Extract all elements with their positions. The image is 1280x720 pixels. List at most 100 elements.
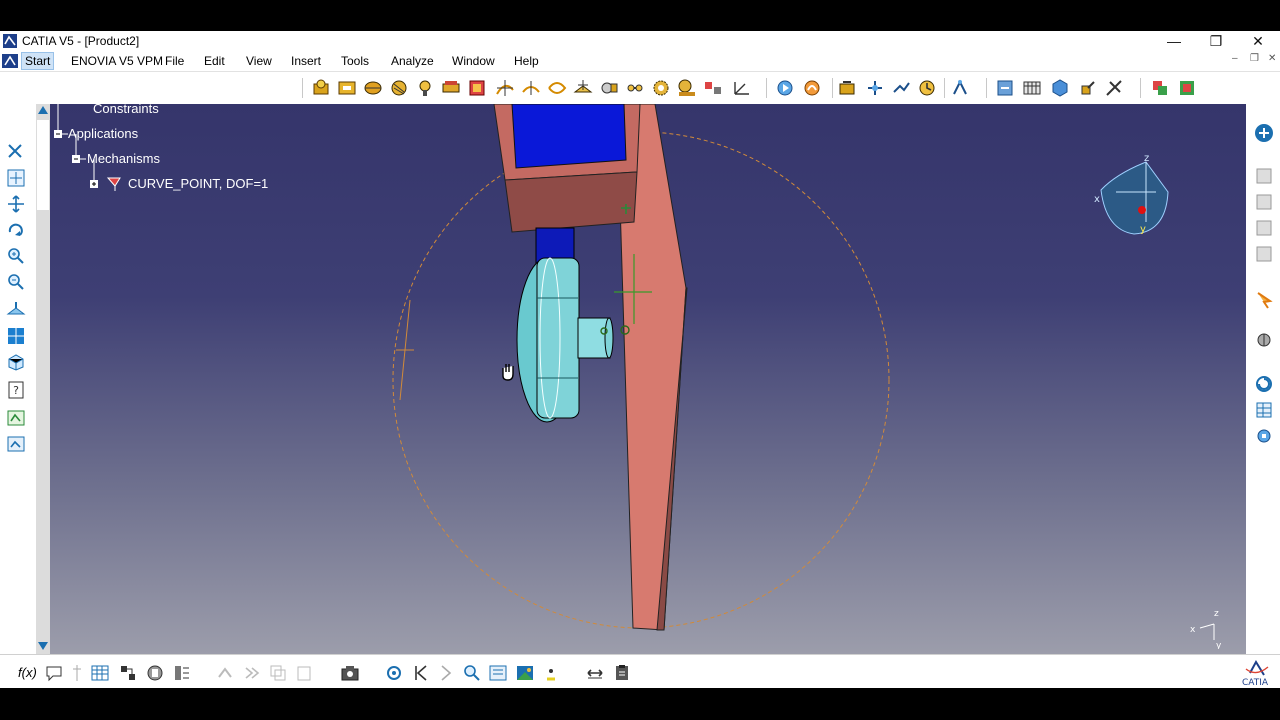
- cylindrical-joint-icon[interactable]: [363, 78, 383, 98]
- menu-enovia[interactable]: ENOVIA V5 VPM: [68, 53, 166, 69]
- revolute-joint-icon[interactable]: [311, 78, 331, 98]
- swap-icon[interactable]: [585, 663, 605, 683]
- roll-curve-joint-icon[interactable]: [547, 78, 567, 98]
- redo-disabled-icon[interactable]: [242, 663, 262, 683]
- tree-node-applications[interactable]: Applications: [68, 126, 138, 141]
- clash-analysis-icon[interactable]: [1150, 78, 1170, 98]
- joint-from-axis-icon[interactable]: [731, 78, 751, 98]
- prismatic-joint-icon[interactable]: [337, 78, 357, 98]
- clipboard-icon[interactable]: [612, 663, 632, 683]
- distance-band-icon[interactable]: [1177, 78, 1197, 98]
- law-icon[interactable]: [70, 663, 84, 683]
- swept-volume-icon[interactable]: [1078, 78, 1098, 98]
- cv-joint-icon[interactable]: [625, 78, 645, 98]
- tree-node-constraints[interactable]: Constraints: [93, 104, 159, 116]
- copy-disabled-icon[interactable]: [268, 663, 288, 683]
- normal-view-icon[interactable]: [6, 300, 26, 320]
- hide-show-icon[interactable]: [6, 408, 26, 428]
- paste-disabled-icon[interactable]: [294, 663, 314, 683]
- fixed-part-icon[interactable]: [837, 78, 857, 98]
- menu-view[interactable]: View: [243, 53, 275, 69]
- tree-node-mechanisms[interactable]: Mechanisms: [87, 151, 160, 166]
- spherical-joint-icon[interactable]: [415, 78, 435, 98]
- slide-curve-joint-icon[interactable]: [521, 78, 541, 98]
- doc-restore-button[interactable]: ❐: [1250, 53, 1259, 64]
- doc-minimize-button[interactable]: –: [1232, 53, 1238, 64]
- pan-icon[interactable]: [6, 194, 26, 214]
- formula-button[interactable]: f(x): [18, 665, 37, 680]
- restore-button[interactable]: ❐: [1196, 31, 1236, 51]
- compile-simulation-icon[interactable]: [995, 78, 1015, 98]
- workbench-icon[interactable]: [1253, 122, 1275, 144]
- manipulation-icon[interactable]: [1254, 290, 1274, 310]
- comment-icon[interactable]: [44, 663, 64, 683]
- scroll-up-arrow[interactable]: [38, 106, 48, 114]
- lighting-icon[interactable]: [541, 663, 561, 683]
- point-curve-joint-icon[interactable]: [495, 78, 515, 98]
- assembly-constraint-conversion-icon[interactable]: [865, 78, 885, 98]
- menu-edit[interactable]: Edit: [201, 53, 228, 69]
- rigid-joint-icon[interactable]: [467, 78, 487, 98]
- tree-node-mechanism[interactable]: CURVE_POINT, DOF=1: [128, 176, 268, 191]
- sequence-icon[interactable]: [1050, 78, 1070, 98]
- mechanism-analysis-icon[interactable]: [917, 78, 937, 98]
- trace-icon[interactable]: [1104, 78, 1124, 98]
- cable-joint-icon[interactable]: [703, 78, 723, 98]
- point-surface-joint-icon[interactable]: [573, 78, 593, 98]
- catalog-browser-icon[interactable]: [118, 663, 138, 683]
- menu-window[interactable]: Window: [449, 53, 498, 69]
- catalog-icon[interactable]: [1254, 166, 1274, 186]
- product-icon[interactable]: [1254, 192, 1274, 212]
- section-icon[interactable]: [172, 663, 192, 683]
- measure-icon[interactable]: [145, 663, 165, 683]
- part-icon[interactable]: [1254, 244, 1274, 264]
- universal-joint-icon[interactable]: [599, 78, 619, 98]
- tree-scrollbar[interactable]: [36, 104, 50, 654]
- menu-file[interactable]: File: [162, 53, 187, 69]
- screw-joint-icon[interactable]: [389, 78, 409, 98]
- select-icon[interactable]: [6, 142, 26, 162]
- replay-icon[interactable]: [1022, 78, 1042, 98]
- capture-icon[interactable]: [340, 663, 360, 683]
- menu-help[interactable]: Help: [511, 53, 542, 69]
- undo-disabled-icon[interactable]: [216, 663, 236, 683]
- 3d-viewport[interactable]: Constraints Applications Mechanisms CURV…: [36, 104, 1246, 654]
- speed-acceleration-icon[interactable]: [891, 78, 911, 98]
- zoom-out-icon[interactable]: [6, 272, 26, 292]
- component-icon[interactable]: [1254, 218, 1274, 238]
- scroll-down-arrow[interactable]: [38, 642, 48, 650]
- swap-visible-space-icon[interactable]: [6, 434, 26, 454]
- cyan-roller-part[interactable]: [516, 257, 614, 423]
- simulation-with-laws-icon[interactable]: [802, 78, 822, 98]
- simulation-with-commands-icon[interactable]: [775, 78, 795, 98]
- design-table-icon[interactable]: [90, 663, 110, 683]
- fit-all-in-icon[interactable]: [6, 168, 26, 188]
- previous-icon[interactable]: [411, 663, 431, 683]
- search-icon[interactable]: [462, 663, 482, 683]
- iso-view-icon[interactable]: [6, 352, 26, 372]
- minimize-button[interactable]: —: [1154, 31, 1194, 51]
- upper-block-part[interactable]: [493, 104, 641, 233]
- zoom-in-icon[interactable]: [6, 246, 26, 266]
- next-icon[interactable]: [437, 663, 457, 683]
- menu-insert[interactable]: Insert: [288, 53, 324, 69]
- menu-tools[interactable]: Tools: [338, 53, 372, 69]
- target-icon[interactable]: [384, 663, 404, 683]
- menu-analyze[interactable]: Analyze: [388, 53, 437, 69]
- gear-joint-icon[interactable]: [651, 78, 671, 98]
- menu-start[interactable]: Start: [21, 52, 55, 70]
- scroll-thumb[interactable]: [37, 120, 49, 210]
- compass-widget[interactable]: x y z: [1086, 152, 1176, 242]
- kinematic-settings-icon[interactable]: [1254, 426, 1274, 446]
- rack-joint-icon[interactable]: [677, 78, 697, 98]
- close-button[interactable]: ✕: [1238, 31, 1278, 51]
- table-icon[interactable]: [1254, 400, 1274, 420]
- sensors-icon[interactable]: [1254, 374, 1274, 394]
- what-is-this-icon[interactable]: ?: [6, 380, 26, 400]
- render-icon[interactable]: [515, 663, 535, 683]
- snap-icon[interactable]: [1254, 330, 1274, 350]
- doc-close-button[interactable]: ✕: [1268, 53, 1276, 64]
- multi-view-icon[interactable]: [6, 326, 26, 346]
- rotate-icon[interactable]: [6, 220, 26, 240]
- view-filter-icon[interactable]: [488, 663, 508, 683]
